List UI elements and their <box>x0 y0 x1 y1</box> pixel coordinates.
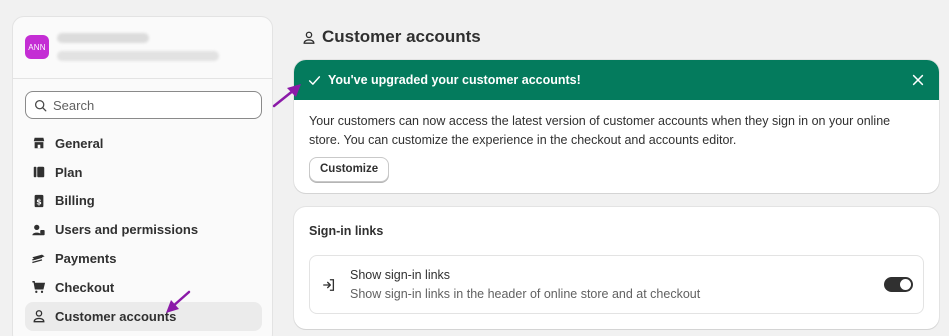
sidebar-item-label: Users and permissions <box>55 222 199 238</box>
payments-icon <box>31 251 46 266</box>
sidebar-item-label: Billing <box>55 193 95 209</box>
close-icon[interactable] <box>911 73 925 87</box>
banner-title: You've upgraded your customer accounts! <box>328 73 581 87</box>
main-content: Customer accounts You've upgraded your c… <box>294 0 939 336</box>
card-title: Sign-in links <box>309 224 384 238</box>
person-icon <box>303 31 315 44</box>
banner-header: You've upgraded your customer accounts! <box>294 60 939 100</box>
settings-sidebar: ANN Search General Plan $ Billing Users … <box>12 16 273 336</box>
billing-icon: $ <box>31 193 46 208</box>
search-placeholder: Search <box>53 97 95 113</box>
sidebar-item-label: Checkout <box>55 279 115 295</box>
store-avatar: ANN <box>25 35 49 59</box>
sidebar-item-payments[interactable]: Payments <box>25 244 262 273</box>
plan-icon <box>31 165 46 180</box>
settings-nav: General Plan $ Billing Users and permiss… <box>25 129 262 331</box>
sidebar-item-plan[interactable]: Plan <box>25 158 262 187</box>
checkmark-icon <box>308 75 321 85</box>
annotation-arrow-sidebar <box>166 290 191 313</box>
cart-icon <box>31 280 46 295</box>
sidebar-item-checkout[interactable]: Checkout <box>25 273 262 302</box>
setting-title: Show sign-in links <box>350 268 451 282</box>
page-title: Customer accounts <box>302 27 481 47</box>
setting-description: Show sign-in links in the header of onli… <box>350 287 701 301</box>
sign-in-icon <box>323 279 335 291</box>
annotation-arrow-banner <box>272 84 301 108</box>
svg-text:$: $ <box>36 197 41 206</box>
blurred-store-name <box>57 33 149 43</box>
signin-links-card: Sign-in links Show sign-in links Show si… <box>294 207 939 329</box>
search-input[interactable]: Search <box>25 91 262 119</box>
sidebar-item-billing[interactable]: $ Billing <box>25 187 262 216</box>
sidebar-item-label: General <box>55 135 104 151</box>
toggle-knob <box>900 279 911 290</box>
blurred-store-url <box>57 51 219 61</box>
sidebar-item-general[interactable]: General <box>25 129 262 158</box>
customize-button[interactable]: Customize <box>309 157 390 182</box>
sidebar-item-customer-accounts[interactable]: Customer accounts <box>25 301 262 331</box>
show-signin-links-toggle[interactable] <box>884 277 913 292</box>
store-header[interactable]: ANN <box>13 17 272 79</box>
signin-setting-row: Show sign-in links Show sign-in links in… <box>309 255 924 314</box>
sidebar-item-label: Customer accounts <box>55 308 177 324</box>
sidebar-item-label: Plan <box>55 164 83 180</box>
banner-message: Your customers can now access the latest… <box>309 114 891 147</box>
person-icon <box>31 309 46 324</box>
store-icon <box>31 136 46 151</box>
banner-body: Your customers can now access the latest… <box>294 100 939 182</box>
users-icon <box>31 222 46 237</box>
sidebar-item-users[interactable]: Users and permissions <box>25 215 262 244</box>
page-title-text: Customer accounts <box>322 27 481 46</box>
search-icon <box>34 99 47 111</box>
success-banner: You've upgraded your customer accounts! … <box>294 60 939 193</box>
sidebar-item-label: Payments <box>55 251 117 267</box>
